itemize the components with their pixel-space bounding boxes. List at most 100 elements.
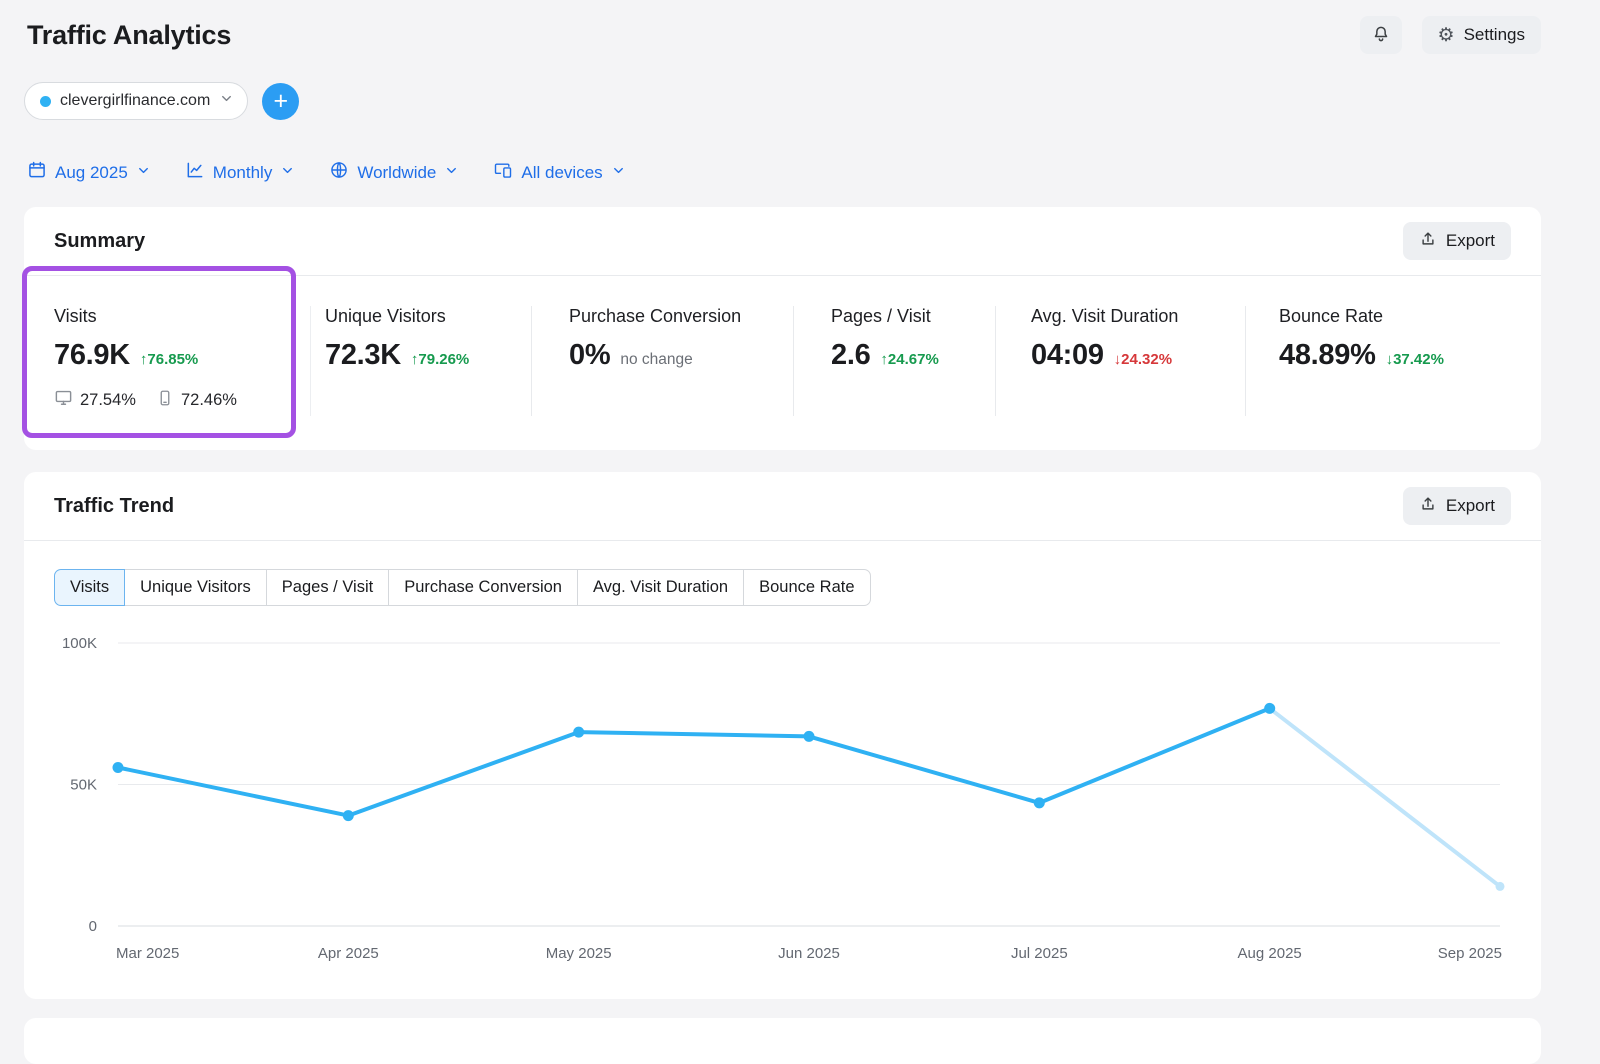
top-bar: Traffic Analytics ⚙ Settings — [24, 16, 1541, 54]
device-split: 27.54% 72.46% — [54, 388, 310, 412]
gear-icon: ⚙ — [1438, 26, 1455, 45]
metric-value: 72.3K — [325, 339, 401, 372]
traffic-trend-card: Traffic Trend Export Visits Unique Visit… — [24, 472, 1541, 999]
trend-chart-area: 050K100KMar 2025Apr 2025May 2025Jun 2025… — [54, 628, 1511, 973]
metric-pages-per-visit: Pages / Visit 2.6 ↑24.67% — [793, 306, 995, 416]
metric-label: Purchase Conversion — [569, 306, 793, 327]
summary-title: Summary — [54, 230, 145, 253]
chevron-down-icon — [280, 163, 295, 183]
metric-label: Bounce Rate — [1279, 306, 1541, 327]
summary-export-button[interactable]: Export — [1403, 222, 1511, 260]
tab-pages-per-visit[interactable]: Pages / Visit — [266, 569, 389, 606]
metric-label: Visits — [54, 306, 310, 327]
x-axis-label: Jun 2025 — [778, 945, 840, 962]
y-axis-label: 0 — [89, 918, 97, 935]
y-axis-label: 50K — [70, 777, 97, 794]
y-axis-label: 100K — [62, 635, 97, 652]
trend-line-partial — [1270, 708, 1500, 886]
summary-card: Summary Export Visits 76.9K ↑76.85% — [24, 207, 1541, 450]
metric-value: 76.9K — [54, 339, 130, 372]
chevron-down-icon — [444, 163, 459, 183]
x-axis-label: May 2025 — [546, 945, 612, 962]
data-point[interactable] — [343, 810, 354, 821]
data-point[interactable] — [804, 731, 815, 742]
metric-bounce-rate: Bounce Rate 48.89% ↓37.42% — [1245, 306, 1541, 416]
domain-dot-icon — [40, 96, 51, 107]
devices-filter-label: All devices — [521, 163, 602, 183]
domain-name: clevergirlfinance.com — [60, 92, 210, 110]
trend-card-header: Traffic Trend Export — [24, 472, 1541, 541]
line-chart-icon — [185, 160, 205, 185]
data-point[interactable] — [1496, 882, 1505, 891]
metric-value: 48.89% — [1279, 339, 1376, 372]
metric-unique-visitors: Unique Visitors 72.3K ↑79.26% — [310, 306, 531, 416]
metric-change: no change — [620, 351, 692, 369]
x-axis-label: Sep 2025 — [1438, 945, 1502, 962]
tab-bounce-rate[interactable]: Bounce Rate — [743, 569, 870, 606]
metric-change: ↓24.32% — [1114, 351, 1172, 368]
page-title: Traffic Analytics — [27, 20, 231, 51]
devices-icon — [493, 160, 513, 185]
metric-value: 0% — [569, 339, 610, 372]
export-label: Export — [1446, 231, 1495, 251]
chevron-down-icon — [136, 163, 151, 183]
devices-filter[interactable]: All devices — [493, 160, 625, 185]
add-domain-button[interactable]: + — [262, 83, 299, 120]
domain-row: clevergirlfinance.com + — [24, 82, 1541, 120]
mobile-share: 72.46% — [156, 389, 237, 412]
metric-label: Avg. Visit Duration — [1031, 306, 1245, 327]
traffic-analytics-page: Traffic Analytics ⚙ Settings clevergirlf… — [24, 0, 1541, 1064]
granularity-filter-label: Monthly — [213, 163, 273, 183]
tab-visits[interactable]: Visits — [54, 569, 125, 606]
metric-change: ↑79.26% — [411, 351, 469, 368]
data-point[interactable] — [1034, 797, 1045, 808]
date-filter-label: Aug 2025 — [55, 163, 128, 183]
export-icon — [1419, 495, 1437, 518]
mobile-share-value: 72.46% — [181, 391, 237, 410]
settings-button[interactable]: ⚙ Settings — [1422, 16, 1541, 54]
desktop-share: 27.54% — [54, 388, 136, 412]
filter-bar: Aug 2025 Monthly Worldwide — [24, 160, 1541, 185]
top-bar-actions: ⚙ Settings — [1360, 16, 1541, 54]
metric-change: ↓37.42% — [1386, 351, 1444, 368]
notifications-button[interactable] — [1360, 16, 1402, 54]
metric-label: Pages / Visit — [831, 306, 995, 327]
domain-selector[interactable]: clevergirlfinance.com — [24, 82, 248, 120]
data-point[interactable] — [113, 762, 124, 773]
metric-purchase-conversion: Purchase Conversion 0% no change — [531, 306, 793, 416]
trend-metric-tabs: Visits Unique Visitors Pages / Visit Pur… — [54, 569, 871, 606]
metric-change: ↑24.67% — [880, 351, 938, 368]
region-filter-label: Worldwide — [357, 163, 436, 183]
export-label: Export — [1446, 496, 1495, 516]
date-filter[interactable]: Aug 2025 — [27, 160, 151, 185]
bell-icon — [1371, 24, 1391, 47]
metric-value: 2.6 — [831, 339, 870, 372]
monitor-icon — [54, 388, 73, 412]
metric-label: Unique Visitors — [325, 306, 531, 327]
trend-export-button[interactable]: Export — [1403, 487, 1511, 525]
metric-visits: Visits 76.9K ↑76.85% 27.54% — [24, 306, 310, 416]
x-axis-label: Jul 2025 — [1011, 945, 1068, 962]
tab-avg-visit-duration[interactable]: Avg. Visit Duration — [577, 569, 744, 606]
granularity-filter[interactable]: Monthly — [185, 160, 296, 185]
data-point[interactable] — [573, 727, 584, 738]
calendar-icon — [27, 160, 47, 185]
x-axis-label: Aug 2025 — [1238, 945, 1302, 962]
next-section-card — [24, 1018, 1541, 1064]
trend-title: Traffic Trend — [54, 495, 174, 518]
summary-card-header: Summary Export — [24, 207, 1541, 276]
tab-unique-visitors[interactable]: Unique Visitors — [124, 569, 267, 606]
desktop-share-value: 27.54% — [80, 391, 136, 410]
settings-label: Settings — [1464, 25, 1525, 45]
summary-metrics: Visits 76.9K ↑76.85% 27.54% — [24, 276, 1541, 450]
x-axis-label: Apr 2025 — [318, 945, 379, 962]
data-point[interactable] — [1264, 703, 1275, 714]
region-filter[interactable]: Worldwide — [329, 160, 459, 185]
trend-line — [118, 708, 1270, 815]
export-icon — [1419, 230, 1437, 253]
globe-icon — [329, 160, 349, 185]
metric-value: 04:09 — [1031, 339, 1104, 372]
metric-change: ↑76.85% — [140, 351, 198, 368]
tab-purchase-conversion[interactable]: Purchase Conversion — [388, 569, 578, 606]
traffic-trend-chart: 050K100KMar 2025Apr 2025May 2025Jun 2025… — [54, 628, 1511, 973]
